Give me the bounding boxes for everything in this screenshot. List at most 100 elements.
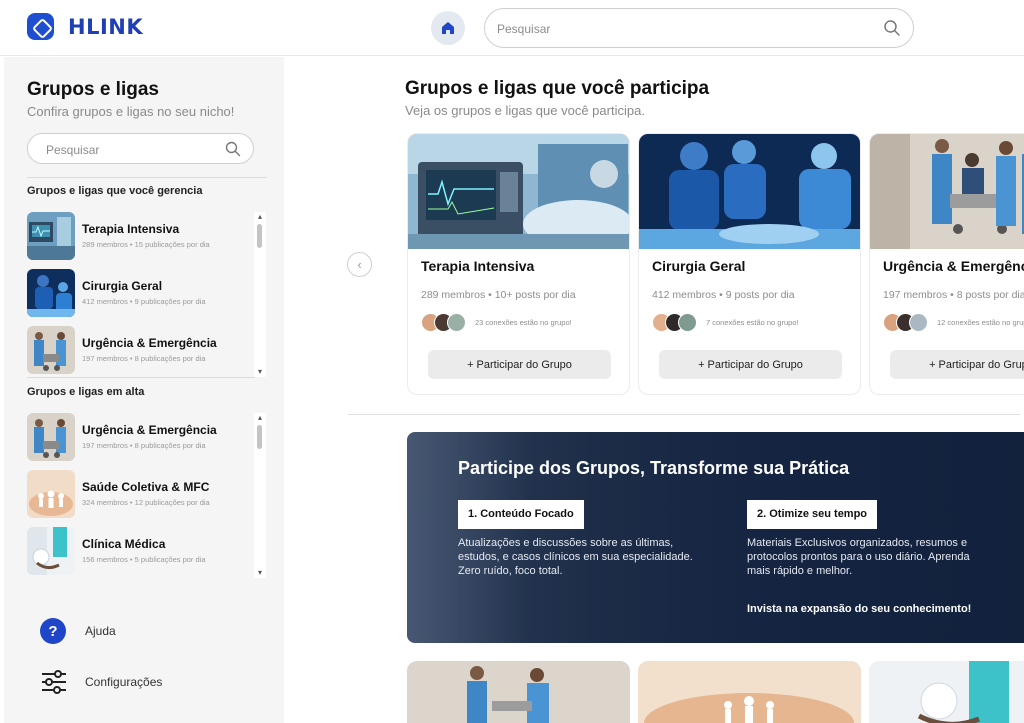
group-card-image [639,134,860,249]
group-card-image [407,661,630,723]
connections-text: 7 conexões estão no grupo! [706,318,799,327]
home-icon [442,22,454,34]
avatar-group [421,313,466,332]
banner-text-1: Atualizações e discussões sobre as últim… [458,537,693,577]
trending-heading: Grupos e ligas em alta [27,386,145,398]
sidebar-title: Grupos e ligas [27,79,159,100]
header-search [484,8,914,48]
group-card[interactable]: Cirurgia Geral 412 membros • 9 posts por… [638,133,861,395]
help-label: Ajuda [85,624,116,638]
group-name: Cirurgia Geral [82,279,163,293]
avatar [447,313,466,332]
trending-scrollbar[interactable]: ▴ ▾ [254,413,266,578]
search-icon[interactable] [225,141,241,157]
connections-row: 23 conexões estão no grupo! [421,313,572,332]
group-thumbnail [27,212,75,260]
logo-icon [27,13,54,40]
group-thumbnail [27,413,75,461]
join-group-button[interactable]: + Participar do Grupo [890,350,1024,379]
help-link[interactable]: ? Ajuda [40,618,116,644]
connections-text: 23 conexões estão no grupo! [475,318,572,327]
divider [27,377,255,378]
avatar [678,313,697,332]
group-meta: 412 membros • 9 publicações por dia [82,297,206,306]
connections-row: 7 conexões estão no grupo! [652,313,799,332]
group-card[interactable]: Urgência & Emergência 197 membros • 8 po… [869,133,1024,395]
list-item[interactable]: Saúde Coletiva & MFC 324 membros • 12 pu… [27,470,255,520]
chevron-down-icon[interactable]: ▾ [254,367,266,377]
group-card-image [869,661,1024,723]
settings-link[interactable]: Configurações [40,669,162,695]
managed-scrollbar[interactable]: ▴ ▾ [254,212,266,377]
settings-sliders-icon [42,670,66,694]
group-card-image [870,134,1024,249]
group-name: Terapia Intensiva [82,222,180,236]
group-cards-carousel: Terapia Intensiva 289 membros • 10+ post… [407,133,1024,396]
promo-banner: Participe dos Grupos, Transforme sua Prá… [407,432,1024,643]
home-button[interactable] [431,11,465,45]
group-thumbnail [27,269,75,317]
group-name: Urgência & Emergência [82,336,217,350]
section-divider [348,414,1020,415]
chevron-up-icon[interactable]: ▴ [254,212,266,222]
managed-heading: Grupos e ligas que você gerencia [27,185,203,197]
scroll-thumb[interactable] [257,425,262,449]
banner-title: Participe dos Grupos, Transforme sua Prá… [458,458,850,478]
group-name: Saúde Coletiva & MFC [82,480,210,494]
banner-text-2: Materiais Exclusivos organizados, resumo… [747,537,970,577]
sidebar: Grupos e ligas Confira grupos e ligas no… [4,57,284,723]
logo[interactable]: HLINK [27,13,143,40]
sidebar-subtitle: Confira grupos e ligas no seu nicho! [27,104,235,119]
group-meta: 156 membros • 5 publicações por dia [82,555,206,564]
group-meta: 197 membros • 8 publicações por dia [82,441,206,450]
list-item[interactable]: Cirurgia Geral 412 membros • 9 publicaçõ… [27,269,255,319]
group-meta: 289 membros • 15 publicações por dia [82,240,210,249]
group-card[interactable] [638,661,861,723]
carousel-prev-button[interactable]: ‹ [347,252,372,277]
banner-tag-2: 2. Otimize seu tempo [747,500,878,529]
brand-name: HLINK [68,14,144,39]
join-group-button[interactable]: + Participar do Grupo [428,350,611,379]
group-meta: 324 membros • 12 publicações por dia [82,498,210,507]
managed-list: Terapia Intensiva 289 membros • 15 publi… [27,212,267,377]
avatar-group [652,313,697,332]
group-card-image [638,661,861,723]
group-name: Cirurgia Geral [652,258,746,274]
group-stats: 412 membros • 9 posts por dia [652,289,795,301]
recommended-cards [407,661,1024,723]
connections-row: 12 conexões estão no grupo! [883,313,1024,332]
group-card[interactable] [407,661,630,723]
sidebar-search [27,133,254,164]
banner-tag-1: 1. Conteúdo Focado [458,500,584,529]
group-stats: 197 membros • 8 posts por dia [883,289,1024,301]
list-item[interactable]: Clínica Médica 156 membros • 5 publicaçõ… [27,527,255,577]
group-thumbnail [27,527,75,575]
group-card[interactable] [869,661,1024,723]
search-icon[interactable] [883,19,901,37]
divider [27,177,267,178]
page-subtitle: Veja os grupos e ligas que você particip… [405,103,645,118]
group-thumbnail [27,470,75,518]
avatar-group [883,313,928,332]
group-name: Urgência & Emergência [82,423,217,437]
avatar [909,313,928,332]
chevron-down-icon[interactable]: ▾ [254,568,266,578]
trending-list: Urgência & Emergência 197 membros • 8 pu… [27,413,267,578]
chevron-left-icon: ‹ [357,257,362,272]
chevron-up-icon[interactable]: ▴ [254,413,266,423]
scroll-thumb[interactable] [257,224,262,248]
sidebar-search-input[interactable] [46,141,216,158]
connections-text: 12 conexões estão no grupo! [937,318,1024,327]
list-item[interactable]: Urgência & Emergência 197 membros • 8 pu… [27,413,255,463]
group-card[interactable]: Terapia Intensiva 289 membros • 10+ post… [407,133,630,395]
banner-cta: Invista na expansão do seu conhecimento! [747,603,972,615]
settings-label: Configurações [85,675,163,689]
list-item[interactable]: Urgência & Emergência 197 membros • 8 pu… [27,326,255,376]
search-input[interactable] [497,18,857,40]
group-name: Clínica Médica [82,537,166,551]
group-name: Terapia Intensiva [421,258,535,274]
list-item[interactable]: Terapia Intensiva 289 membros • 15 publi… [27,212,255,262]
join-group-button[interactable]: + Participar do Grupo [659,350,842,379]
group-card-image [408,134,629,249]
group-stats: 289 membros • 10+ posts por dia [421,289,576,301]
